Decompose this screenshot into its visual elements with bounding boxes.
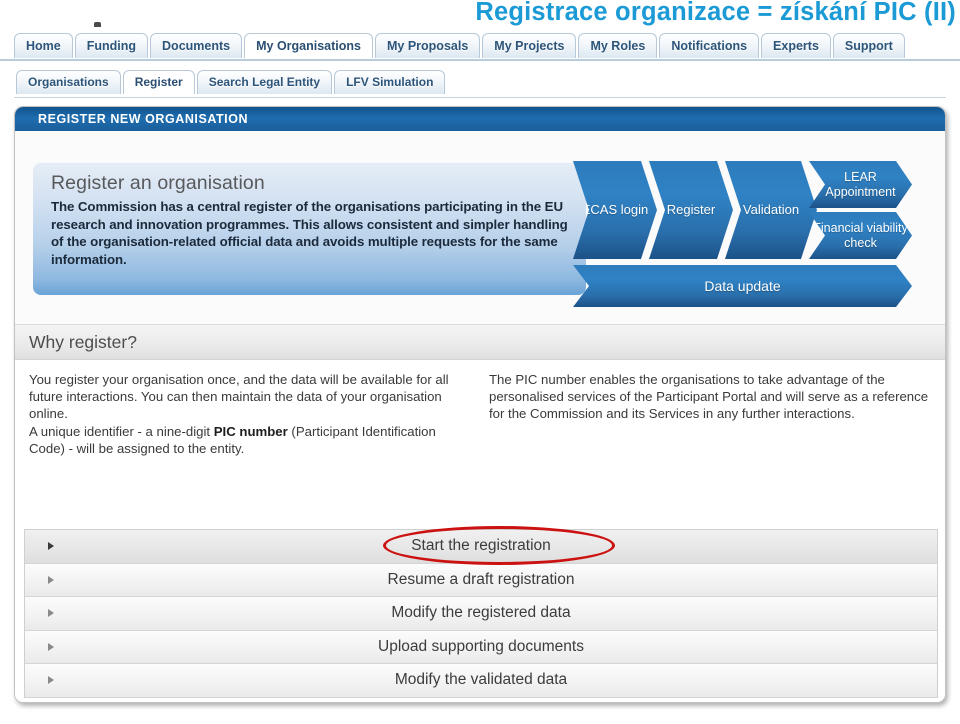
why-left-p2-before: A unique identifier - a nine-digit: [29, 423, 214, 439]
tab-my-proposals[interactable]: My Proposals: [375, 33, 481, 58]
tab-my-roles[interactable]: My Roles: [578, 33, 658, 58]
why-register-columns: You register your organisation once, and…: [15, 371, 945, 457]
action-start-the-registration[interactable]: Start the registration: [25, 530, 937, 564]
action-label: Upload supporting documents: [378, 637, 584, 655]
tab-funding[interactable]: Funding: [74, 33, 149, 58]
panel-title: REGISTER NEW ORGANISATION: [15, 107, 945, 131]
why-column-right: The PIC number enables the organisations…: [475, 371, 935, 457]
tab-support[interactable]: Support: [832, 33, 905, 58]
cursor-artifact: [94, 22, 101, 27]
tab-my-organisations[interactable]: My Organisations: [244, 33, 373, 58]
chevron-right-icon: [48, 609, 54, 618]
chevron-right-icon: [48, 542, 54, 551]
flow-step-data-update: Data update: [573, 265, 912, 307]
tab-notifications[interactable]: Notifications: [659, 33, 760, 58]
action-modify-the-validated-data[interactable]: Modify the validated data: [25, 664, 937, 698]
process-flow-diagram: ECAS login Register Validation LEAR Appo…: [573, 157, 913, 312]
action-accordion: Start the registration Resume a draft re…: [24, 529, 938, 698]
slide-canvas: Registrace organizace = získání PIC (II)…: [0, 0, 960, 724]
flow-step-register: Register: [649, 161, 733, 259]
content-panel: REGISTER NEW ORGANISATION Register an or…: [14, 106, 946, 703]
subtab-lfv-simulation[interactable]: LFV Simulation: [334, 70, 446, 94]
why-left-paragraph-1: You register your organisation once, and…: [29, 372, 449, 422]
subtab-register[interactable]: Register: [122, 70, 195, 94]
intro-section: Register an organisation The Commission …: [15, 131, 945, 324]
chevron-right-icon: [48, 642, 54, 651]
tab-my-projects[interactable]: My Projects: [482, 33, 577, 58]
subtab-organisations[interactable]: Organisations: [16, 70, 121, 94]
sub-tab-bar: Organisations Register Search Legal Enti…: [16, 70, 446, 94]
flow-step-ecas-login: ECAS login: [573, 161, 657, 259]
action-label: Modify the validated data: [394, 671, 568, 689]
why-right-paragraph-1: The PIC number enables the organisations…: [489, 372, 929, 422]
action-modify-the-registered-data[interactable]: Modify the registered data: [25, 597, 937, 631]
flow-step-validation: Validation: [725, 161, 817, 259]
subtab-search-legal-entity[interactable]: Search Legal Entity: [196, 70, 333, 94]
why-left-paragraph-2: A unique identifier - a nine-digit PIC n…: [29, 423, 465, 457]
sub-tab-rule: [14, 97, 946, 98]
tab-documents[interactable]: Documents: [150, 33, 243, 58]
main-tab-rule: [0, 59, 960, 61]
chevron-right-icon: [48, 575, 54, 584]
flow-step-financial-viability-check: Financial viability check: [809, 212, 912, 259]
why-column-left: You register your organisation once, and…: [15, 371, 475, 457]
action-label: Start the registration: [411, 537, 551, 555]
action-label: Modify the registered data: [391, 604, 571, 622]
page-title: Registrace organizace = získání PIC (II): [475, 0, 956, 26]
register-intro-box: Register an organisation The Commission …: [33, 162, 586, 295]
chevron-right-icon: [48, 676, 54, 685]
tab-home[interactable]: Home: [14, 33, 73, 58]
pic-number-term: PIC number: [213, 423, 288, 439]
intro-body: The Commission has a central register of…: [51, 199, 568, 267]
action-resume-a-draft-registration[interactable]: Resume a draft registration: [25, 563, 937, 597]
flow-step-lear-appointment: LEAR Appointment: [809, 161, 912, 208]
intro-heading: Register an organisation: [51, 172, 265, 194]
why-register-heading: Why register?: [29, 332, 137, 352]
main-tab-bar: Home Funding Documents My Organisations …: [14, 33, 905, 58]
tab-experts[interactable]: Experts: [761, 33, 831, 58]
why-register-bar: Why register?: [15, 324, 945, 360]
panel-body: Register an organisation The Commission …: [15, 131, 945, 702]
action-label: Resume a draft registration: [387, 570, 575, 588]
action-upload-supporting-documents[interactable]: Upload supporting documents: [25, 630, 937, 664]
